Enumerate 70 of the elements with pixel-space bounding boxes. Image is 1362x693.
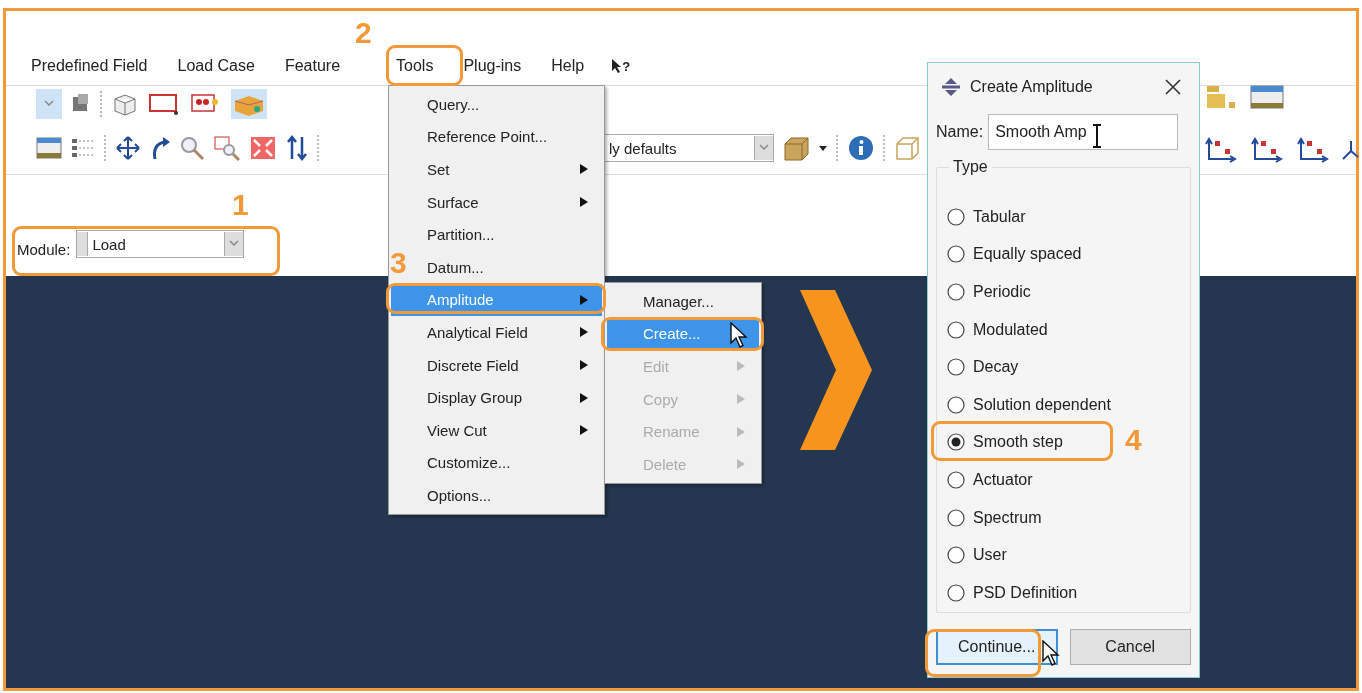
radio-button[interactable] <box>947 245 965 264</box>
type-label: Type <box>949 158 992 176</box>
dialog-button[interactable]: Cancel <box>1069 629 1191 665</box>
module-label: Module: <box>17 241 71 258</box>
radio-button[interactable] <box>947 546 965 565</box>
name-label: Name: <box>936 123 984 141</box>
mouse-pointer-icon <box>1042 640 1062 666</box>
menu-item[interactable]: Options... <box>427 486 492 504</box>
menu-item[interactable]: Predefined Field <box>29 55 150 77</box>
step-number: 4 <box>1125 425 1142 455</box>
radio-label[interactable]: PSD Definition <box>973 583 1078 602</box>
radio-button[interactable] <box>947 583 965 602</box>
zoom-box-icon[interactable] <box>213 135 241 161</box>
text-cursor-icon <box>1092 124 1102 148</box>
menu-item[interactable]: Load Case <box>175 55 257 77</box>
menu-item[interactable]: Help <box>549 55 587 77</box>
radio-label[interactable]: Spectrum <box>973 508 1042 527</box>
radio-label[interactable]: Decay <box>973 358 1019 377</box>
shaded-cube-icon[interactable] <box>782 135 810 161</box>
menu-item[interactable]: Analytical Field <box>427 323 528 341</box>
radio-label[interactable]: Equally spaced <box>973 245 1082 264</box>
menu-item[interactable]: Reference Point... <box>427 128 548 146</box>
radio-button[interactable] <box>947 395 965 414</box>
info-icon[interactable] <box>847 135 875 161</box>
table-icon[interactable] <box>36 135 62 161</box>
menu-item[interactable]: Customize... <box>427 454 511 472</box>
fit-view-icon[interactable] <box>249 135 277 161</box>
radio-label[interactable]: Modulated <box>973 320 1048 339</box>
name-field[interactable]: Smooth Amp <box>988 114 1179 150</box>
app-icon <box>942 78 960 96</box>
menu-item[interactable]: Plug-ins <box>461 55 524 77</box>
step-number: 2 <box>355 18 372 48</box>
table-icon[interactable] <box>1249 84 1285 110</box>
radio-button[interactable] <box>947 207 965 226</box>
module-combo[interactable]: Load <box>76 230 245 258</box>
radio-button[interactable] <box>947 283 965 301</box>
close-icon[interactable] <box>1165 79 1181 95</box>
menu-item[interactable]: Surface <box>427 193 479 211</box>
menu-item[interactable]: Discrete Field <box>427 356 519 374</box>
radio-button[interactable] <box>947 358 965 377</box>
move-icon[interactable] <box>115 135 141 161</box>
magnifier-icon[interactable] <box>179 135 205 161</box>
radio-button[interactable] <box>947 320 965 339</box>
radio-label[interactable]: Actuator <box>973 470 1033 489</box>
menu-item[interactable]: Partition... <box>427 226 495 244</box>
pointer-arrow-icon[interactable] <box>612 59 623 73</box>
radio-label[interactable]: Smooth step <box>973 433 1063 452</box>
radio-button[interactable] <box>947 470 965 489</box>
select-box-icon[interactable] <box>147 91 181 117</box>
menu-item[interactable]: Set <box>427 161 450 178</box>
radio-label[interactable]: Solution dependent <box>973 395 1111 414</box>
radio-button[interactable] <box>947 508 965 527</box>
mouse-pointer-icon <box>730 322 750 348</box>
radio-label[interactable]: Periodic <box>973 283 1031 301</box>
whats-this-label[interactable]: ? <box>622 58 631 74</box>
step-number: 3 <box>390 248 407 278</box>
menu-item[interactable]: View Cut <box>427 421 487 439</box>
swap-icon[interactable] <box>285 135 309 161</box>
radio-button[interactable] <box>947 433 965 452</box>
radio-label[interactable]: Tabular <box>973 207 1026 226</box>
dialog-title: Create Amplitude <box>970 78 1094 96</box>
menu-item[interactable]: Display Group <box>427 389 523 407</box>
menu-item[interactable]: Manager... <box>607 285 759 318</box>
menu-item[interactable]: Query... <box>427 95 480 113</box>
menu-item[interactable]: Datum... <box>427 258 484 276</box>
cube-icon[interactable] <box>111 91 139 117</box>
menu-item[interactable]: Feature <box>282 55 343 77</box>
radio-label[interactable]: User <box>973 546 1007 565</box>
step-number: 1 <box>232 190 249 220</box>
menu-item[interactable]: Tools <box>394 55 436 77</box>
